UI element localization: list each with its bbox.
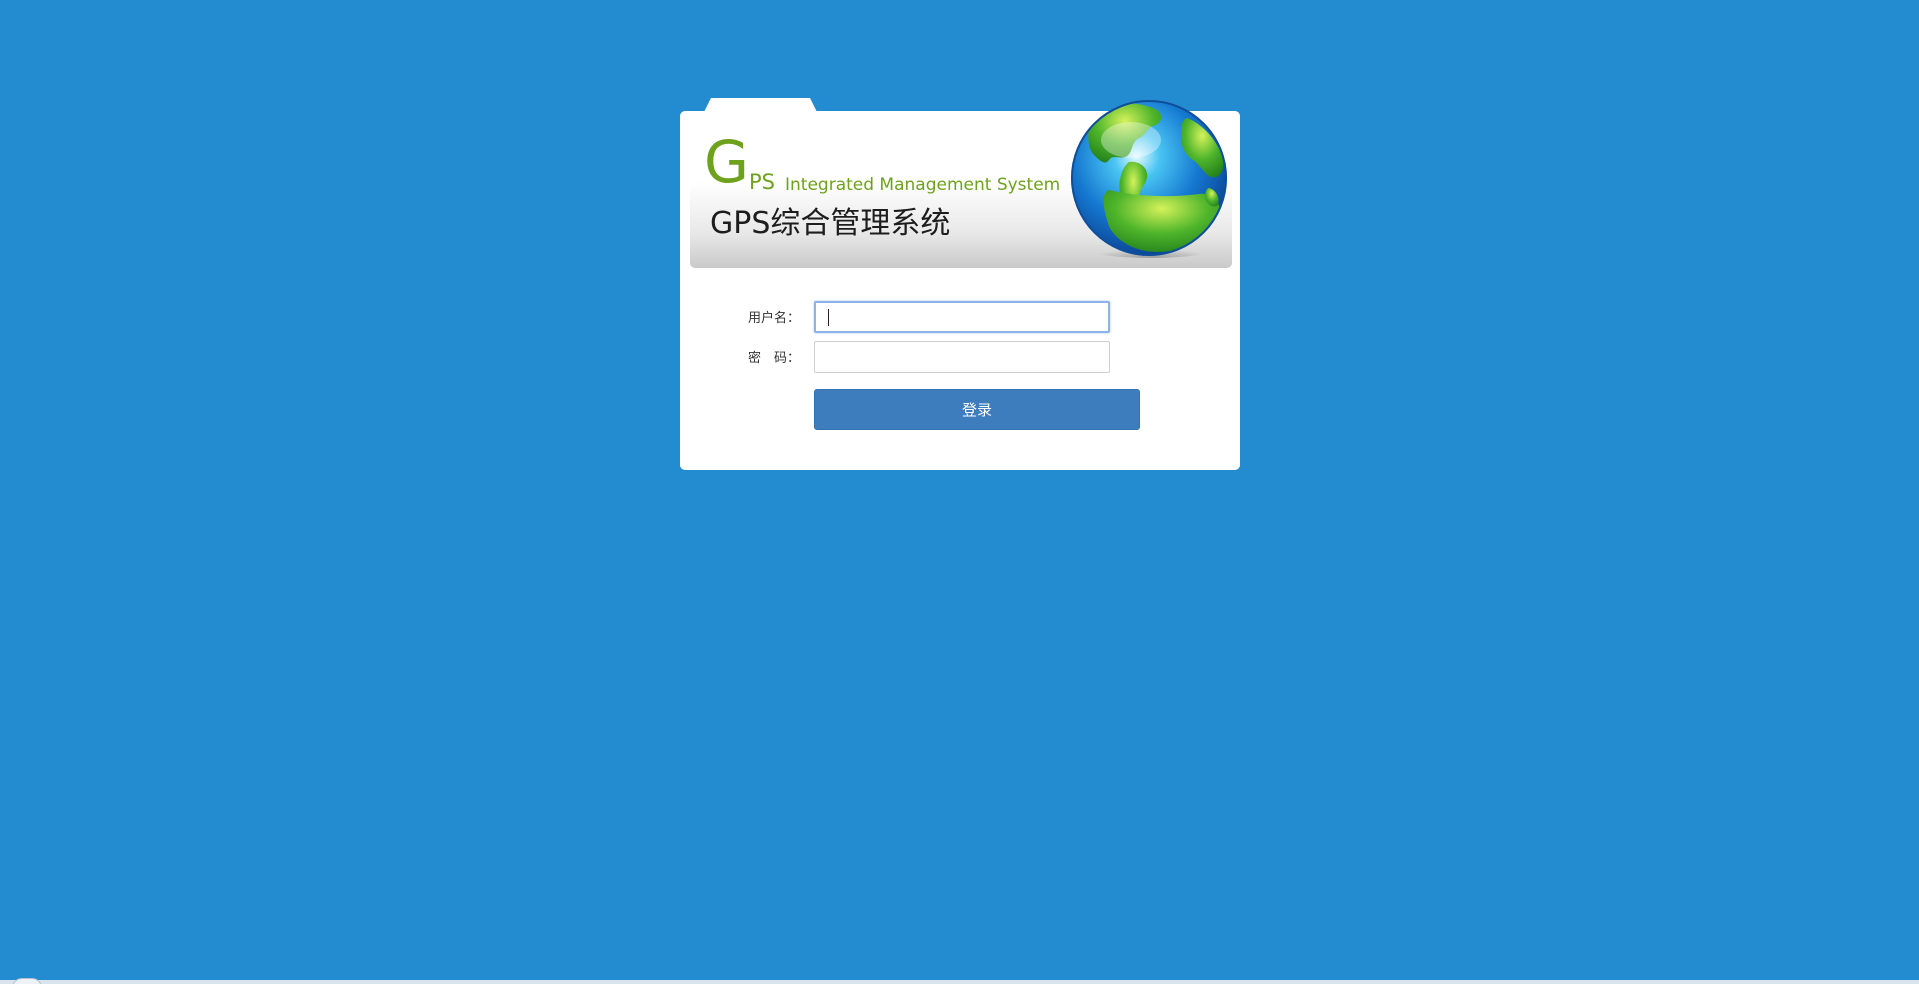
system-subtitle-en: Integrated Management System [785,175,1061,195]
bottom-knob [12,978,42,984]
system-title-cn: GPS综合管理系统 [710,206,951,241]
login-card: G PS Integrated Management System GPS综合管… [680,100,1240,470]
login-page: G PS Integrated Management System GPS综合管… [0,0,1919,984]
globe-icon [1069,98,1229,258]
text-caret [828,309,829,326]
logo-letters-ps: PS [749,170,775,194]
system-banner: G PS Integrated Management System GPS综合管… [690,100,1232,268]
username-row: 用户名： [680,301,1240,335]
login-button[interactable]: 登录 [814,389,1140,430]
password-label: 密 码： [748,350,801,365]
username-input[interactable] [814,301,1110,333]
logo-letter-g: G [704,128,749,196]
password-row: 密 码： [680,341,1240,375]
password-input[interactable] [814,341,1110,373]
bottom-bar [0,980,1919,984]
username-label: 用户名： [748,310,801,325]
